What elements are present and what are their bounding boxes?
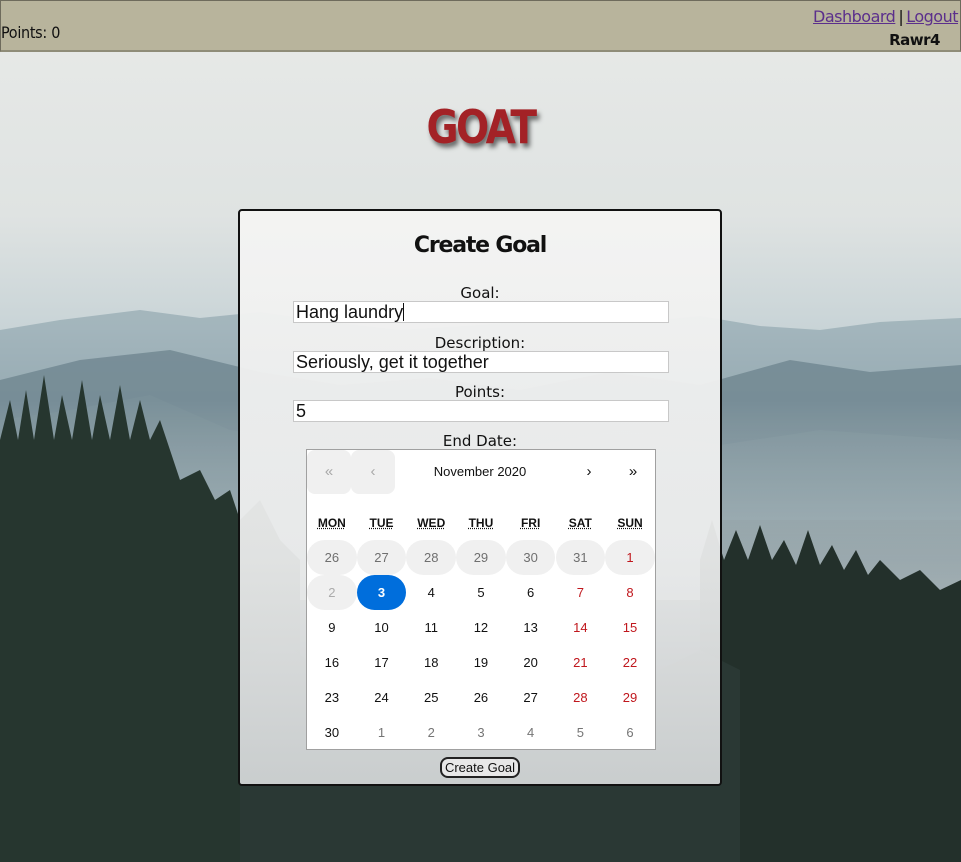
day-cell: 26 <box>307 540 357 575</box>
nav-separator: | <box>898 7 904 26</box>
day-cell: 30 <box>505 540 556 575</box>
nav-links: Dashboard | Logout <box>813 7 958 26</box>
day-cell[interactable]: 8 <box>605 575 655 610</box>
goal-input[interactable]: Hang laundry <box>293 301 669 323</box>
day-cell[interactable]: 14 <box>556 610 606 645</box>
day-cell[interactable]: 21 <box>556 645 606 680</box>
text-cursor <box>403 303 405 321</box>
day-cell: 27 <box>356 540 407 575</box>
prev-year-button[interactable]: « <box>307 450 351 494</box>
day-cell[interactable]: 16 <box>307 645 357 680</box>
day-cell[interactable]: 6 <box>605 715 655 750</box>
day-cell[interactable]: 15 <box>605 610 655 645</box>
points-label: Points: <box>454 383 506 401</box>
day-cell[interactable]: 30 <box>307 715 357 750</box>
day-cell[interactable]: 10 <box>357 610 407 645</box>
day-cell[interactable]: 2 <box>406 715 456 750</box>
goal-input-value: Hang laundry <box>296 302 404 322</box>
day-cell[interactable]: 17 <box>357 645 407 680</box>
next-month-button[interactable]: › <box>567 450 611 494</box>
create-goal-form: Create Goal Goal: Hang laundry Descripti… <box>238 209 722 786</box>
day-cell[interactable]: 4 <box>406 575 456 610</box>
day-cell[interactable]: 9 <box>307 610 357 645</box>
day-cell[interactable]: 23 <box>307 680 357 715</box>
weekday-wed: WED <box>417 516 446 530</box>
end-date-label: End Date: <box>442 432 518 450</box>
form-title: Create Goal <box>413 233 547 258</box>
day-cell[interactable]: 25 <box>406 680 456 715</box>
day-cell[interactable]: 27 <box>506 680 556 715</box>
goat-logo: GOAT <box>426 100 537 154</box>
day-cell[interactable]: 12 <box>456 610 506 645</box>
weekday-header: MON TUE WED THU FRI SAT SUN <box>307 516 655 534</box>
weekday-sun: SUN <box>617 516 643 530</box>
description-input[interactable]: Seriously, get it together <box>293 351 669 373</box>
username-label: Rawr4 <box>889 31 940 49</box>
logout-link[interactable]: Logout <box>906 7 958 26</box>
weekday-thu: THU <box>468 516 494 530</box>
day-cell[interactable]: 13 <box>506 610 556 645</box>
day-cell[interactable]: 22 <box>605 645 655 680</box>
day-cell: 28 <box>406 540 457 575</box>
day-cell[interactable]: 19 <box>456 645 506 680</box>
day-cell[interactable]: 29 <box>605 680 655 715</box>
dashboard-link[interactable]: Dashboard <box>813 7 896 26</box>
day-cell[interactable]: 11 <box>406 610 456 645</box>
month-year-label[interactable]: November 2020 <box>395 450 565 494</box>
day-cell: 31 <box>555 540 606 575</box>
day-cell[interactable]: 1 <box>357 715 407 750</box>
day-cell[interactable]: 7 <box>556 575 606 610</box>
weekday-tue: TUE <box>369 516 394 530</box>
day-cell[interactable]: 18 <box>406 645 456 680</box>
create-goal-button[interactable]: Create Goal <box>440 757 520 778</box>
day-cell[interactable]: 20 <box>506 645 556 680</box>
day-cell[interactable]: 26 <box>456 680 506 715</box>
top-navbar: Points: 0 Dashboard | Logout Rawr4 <box>0 0 961 52</box>
next-year-button[interactable]: » <box>611 450 655 494</box>
points-input[interactable]: 5 <box>293 400 669 422</box>
description-label: Description: <box>434 334 526 352</box>
day-cell: 29 <box>456 540 506 575</box>
prev-month-button[interactable]: ‹ <box>351 450 395 494</box>
day-cell: 2 <box>307 575 357 610</box>
weekday-mon: MON <box>317 516 346 530</box>
date-picker-calendar: « ‹ November 2020 › » MON TUE WED THU FR… <box>306 449 656 750</box>
weekday-sat: SAT <box>568 516 592 530</box>
day-cell[interactable]: 24 <box>357 680 407 715</box>
day-cell[interactable]: 6 <box>506 575 556 610</box>
day-cell[interactable]: 3 <box>456 715 506 750</box>
day-cell[interactable]: 28 <box>556 680 606 715</box>
day-cell: 1 <box>605 540 655 575</box>
day-cell[interactable]: 4 <box>506 715 556 750</box>
day-cell[interactable]: 5 <box>456 575 506 610</box>
selected-day-cell[interactable]: 3 <box>356 575 407 610</box>
goal-label: Goal: <box>460 284 500 302</box>
day-cell[interactable]: 5 <box>556 715 606 750</box>
weekday-fri: FRI <box>520 516 541 530</box>
points-display: Points: 0 <box>1 23 61 42</box>
